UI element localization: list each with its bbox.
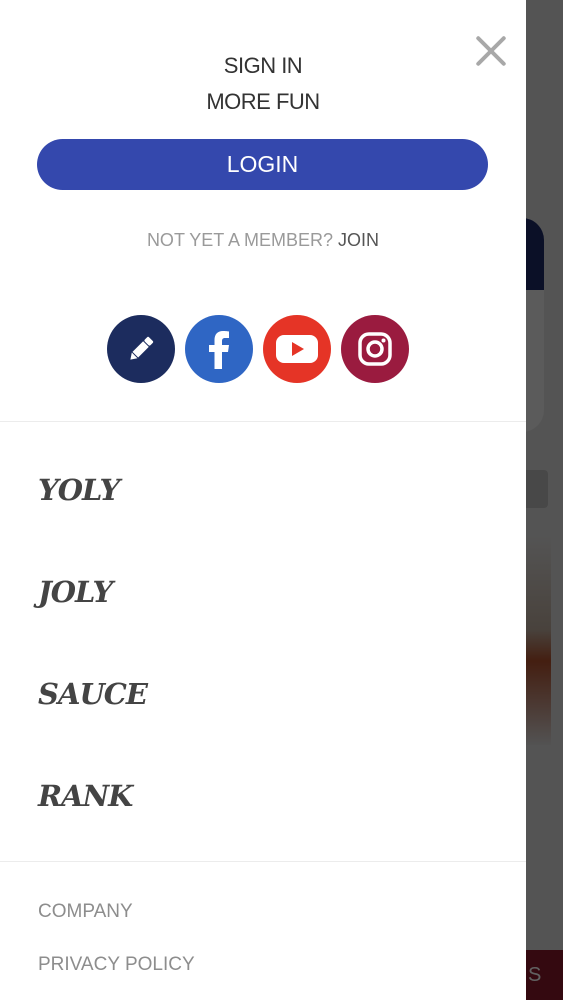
social-links (107, 315, 409, 383)
signin-line-2: MORE FUN (206, 89, 320, 114)
pencil-icon[interactable] (107, 315, 175, 383)
member-prompt: NOT YET A MEMBER? JOIN (0, 230, 526, 251)
instagram-icon[interactable] (341, 315, 409, 383)
signin-heading: SIGN IN MORE FUN (0, 48, 526, 120)
signin-line-1: SIGN IN (223, 53, 303, 78)
menu-item-joly[interactable]: JOLY (38, 564, 147, 666)
youtube-icon[interactable] (263, 315, 331, 383)
menu-item-rank[interactable]: RANK (38, 768, 147, 870)
footer-link-company[interactable]: COMPANY (38, 897, 195, 950)
side-drawer: SIGN IN MORE FUN LOGIN NOT YET A MEMBER?… (0, 0, 526, 1000)
join-link[interactable]: JOIN (338, 230, 379, 250)
member-prompt-text: NOT YET A MEMBER? (146, 230, 334, 250)
facebook-icon[interactable] (185, 315, 253, 383)
divider (0, 421, 526, 422)
menu-item-sauce[interactable]: SAUCE (38, 666, 148, 768)
login-button[interactable]: LOGIN (37, 139, 488, 190)
menu-item-yoly[interactable]: YOLY (38, 462, 147, 564)
footer-links: COMPANY PRIVACY POLICY (38, 897, 195, 1000)
footer-link-privacy-policy[interactable]: PRIVACY POLICY (38, 950, 195, 1000)
main-menu: YOLY JOLY SAUCE RANK (38, 462, 148, 870)
divider (0, 861, 526, 862)
